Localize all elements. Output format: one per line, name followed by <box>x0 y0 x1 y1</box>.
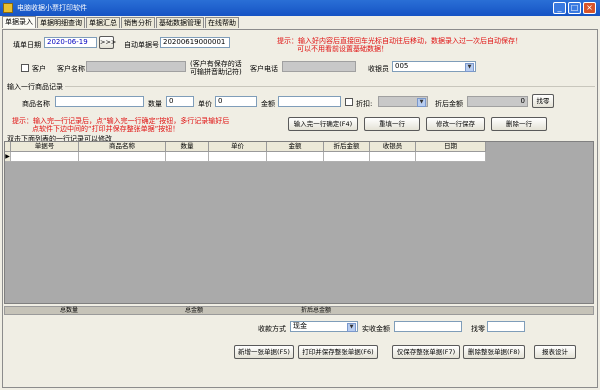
item-name-label: 商品名称 <box>22 100 50 108</box>
table-cell[interactable] <box>416 152 486 162</box>
pay-method-value: 现金 <box>293 322 307 330</box>
change-label: 找零 <box>471 325 485 333</box>
pay-method-select[interactable]: 现金 ▼ <box>290 321 358 332</box>
maximize-icon[interactable]: □ <box>568 2 581 14</box>
delete-line-button[interactable]: 删除一行 <box>491 117 547 131</box>
disc-amount-label: 折后金额 <box>435 100 463 108</box>
tab-online-help[interactable]: 在线帮助 <box>205 17 239 28</box>
column-header[interactable]: 商品名称 <box>79 142 166 152</box>
amount-label: 金额 <box>261 100 275 108</box>
pay-method-label: 收款方式 <box>258 325 286 333</box>
column-header[interactable]: 数量 <box>166 142 209 152</box>
total-disc-label: 折后总金额 <box>301 307 332 314</box>
amount-field[interactable] <box>278 96 341 107</box>
price-label: 单价 <box>198 100 212 108</box>
save-bill-button[interactable]: 仅保存整张单据(F7) <box>392 345 460 359</box>
customer-name-field[interactable] <box>86 61 186 72</box>
customer-name-label: 客户名称 <box>57 65 85 73</box>
auto-no-field[interactable]: 20200619000001 <box>160 37 230 48</box>
qty-label: 数量 <box>148 100 162 108</box>
table-cell[interactable] <box>209 152 267 162</box>
item-hint-2: 点软件下边中间的“打印并保存整张单据”按钮！ <box>32 125 180 133</box>
cashier-select[interactable]: 005 ▼ <box>392 61 476 72</box>
tab-bar: 单据录入 单据明细查询 单据汇总 销售分析 基础数据管理 在线帮助 <box>2 16 240 29</box>
grid-header: 单据号 商品名称 数量 单价 金额 折后金额 收银员 日期 <box>5 142 486 152</box>
customer-phone-field[interactable] <box>282 61 356 72</box>
column-header[interactable]: 收银员 <box>370 142 416 152</box>
date-picker-button[interactable]: >>> <box>99 36 116 49</box>
section-divider <box>65 86 595 87</box>
title-bar: 电脑收据小票打印软件 _ □ × <box>0 0 600 16</box>
app-icon <box>3 3 13 13</box>
close-icon[interactable]: × <box>583 2 596 14</box>
disc-amount-field[interactable]: 0 <box>467 96 528 107</box>
table-cell[interactable] <box>79 152 166 162</box>
minimize-icon[interactable]: _ <box>553 2 566 14</box>
price-field[interactable]: 0 <box>215 96 257 107</box>
hint-basedata: 可以不用看前设置基础数据！ <box>297 45 388 53</box>
date-label: 填单日期 <box>13 41 41 49</box>
report-design-button[interactable]: 报表设计 <box>534 345 576 359</box>
table-cell[interactable] <box>166 152 209 162</box>
chevron-down-icon[interactable]: ▼ <box>465 63 474 72</box>
cashier-label: 收银员 <box>368 65 389 73</box>
column-header[interactable]: 单据号 <box>11 142 79 152</box>
change-field[interactable] <box>487 321 525 332</box>
customer-note-2: 可输拼音助记符) <box>190 68 242 76</box>
discount-label: 折扣: <box>356 100 373 108</box>
modify-line-button[interactable]: 修改一行保存 <box>426 117 485 131</box>
customer-checkbox[interactable] <box>21 64 29 72</box>
tab-entry[interactable]: 单据录入 <box>2 16 36 28</box>
tab-detail-query[interactable]: 单据明细查询 <box>37 17 85 28</box>
print-save-button[interactable]: 打印并保存整张单据(F6) <box>298 345 378 359</box>
totals-bar: 总数量 总金额 折后总金额 <box>4 306 594 315</box>
tab-sales-analysis[interactable]: 销售分析 <box>121 17 155 28</box>
table-cell[interactable] <box>370 152 416 162</box>
auto-no-label: 自动单据号 <box>124 41 159 49</box>
delete-bill-button[interactable]: 删除整张单据(F8) <box>463 345 525 359</box>
column-header[interactable]: 金额 <box>267 142 324 152</box>
qty-field[interactable]: 0 <box>166 96 194 107</box>
discount-select[interactable]: ▼ <box>378 96 428 107</box>
confirm-line-button[interactable]: 输入完一行确定(F4) <box>288 117 358 131</box>
discount-checkbox[interactable] <box>345 98 353 106</box>
item-name-field[interactable] <box>55 96 144 107</box>
cashier-value: 005 <box>395 62 409 70</box>
change-button[interactable]: 找零 <box>532 94 554 108</box>
column-header[interactable]: 日期 <box>416 142 486 152</box>
total-qty-label: 总数量 <box>60 307 79 314</box>
total-amount-label: 总金额 <box>185 307 204 314</box>
customer-check-label: 客户 <box>32 65 46 73</box>
tab-summary[interactable]: 单据汇总 <box>86 17 120 28</box>
column-header[interactable]: 单价 <box>209 142 267 152</box>
table-cell[interactable] <box>267 152 324 162</box>
records-grid[interactable]: 单据号 商品名称 数量 单价 金额 折后金额 收银员 日期 ▶ <box>4 141 594 304</box>
new-bill-button[interactable]: 新增一张单据(F5) <box>234 345 294 359</box>
customer-phone-label: 客户电话 <box>250 65 278 73</box>
received-label: 实收金额 <box>362 325 390 333</box>
table-cell[interactable] <box>11 152 79 162</box>
tab-base-data[interactable]: 基础数据管理 <box>156 17 204 28</box>
chevron-down-icon[interactable]: ▼ <box>347 323 356 332</box>
item-section-title: 输入一行商品记录 <box>7 83 63 91</box>
table-row[interactable]: ▶ <box>5 152 486 162</box>
received-field[interactable] <box>394 321 462 332</box>
window-title: 电脑收据小票打印软件 <box>17 4 87 12</box>
rewrite-line-button[interactable]: 重填一行 <box>364 117 420 131</box>
column-header[interactable]: 折后金额 <box>324 142 370 152</box>
table-cell[interactable] <box>324 152 370 162</box>
date-field[interactable]: 2020-06-19 <box>44 37 97 48</box>
chevron-down-icon[interactable]: ▼ <box>417 98 426 107</box>
